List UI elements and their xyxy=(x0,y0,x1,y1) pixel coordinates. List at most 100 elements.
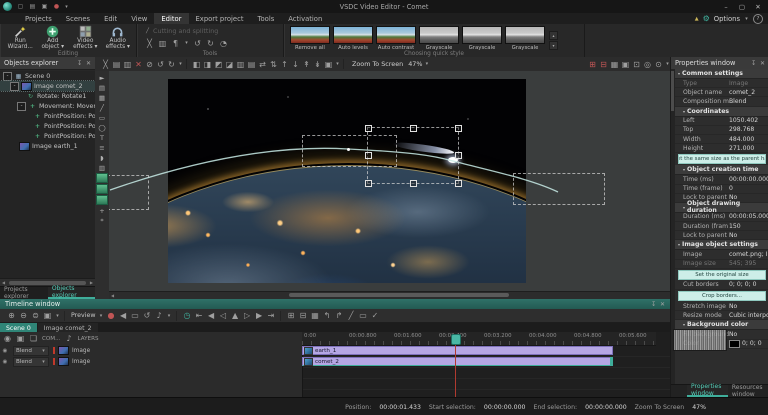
selection-handle[interactable] xyxy=(365,180,372,187)
property-value[interactable]: Image xyxy=(729,80,768,87)
record-icon[interactable]: ● xyxy=(52,2,61,12)
rulers-icon[interactable]: ⊡ xyxy=(632,59,641,69)
prev-frame-icon[interactable]: ◀ xyxy=(119,311,128,321)
property-action-button[interactable]: Set the original size xyxy=(678,270,766,280)
expander-icon[interactable]: - xyxy=(17,102,26,111)
property-section-object-drawing-duration[interactable]: ▾Object drawing duration xyxy=(675,203,768,213)
tree-item-movement-movement1[interactable]: -+Movement: Movement1 xyxy=(0,101,95,111)
property-value[interactable]: 545; 395 xyxy=(729,260,768,267)
property-section-coordinates[interactable]: ▾Coordinates xyxy=(675,107,768,117)
run-wizard-button[interactable]: Run Wizard... xyxy=(6,25,35,50)
selection-handle[interactable] xyxy=(455,152,462,159)
tab-projects-explorer[interactable]: Projects explorer xyxy=(0,287,48,299)
tree-item-scene-0[interactable]: -▦Scene 0 xyxy=(0,71,95,81)
scrollbar-thumb[interactable] xyxy=(9,281,86,285)
rect-tool-icon[interactable]: ▭ xyxy=(97,113,107,122)
zoom-value[interactable]: 47% xyxy=(408,60,422,68)
next-keyframe-icon[interactable]: ▶ xyxy=(255,311,264,321)
minimize-button[interactable]: – xyxy=(719,1,733,12)
property-row[interactable]: Time (ms)00:00:00.000 xyxy=(675,175,768,184)
tab-objects-explorer[interactable]: Objects explorer xyxy=(48,287,95,299)
scrollbar-thumb[interactable] xyxy=(289,293,509,297)
close-icon[interactable]: ✕ xyxy=(84,60,93,67)
copy-icon[interactable]: ▤ xyxy=(112,59,121,69)
menu-tab-scenes[interactable]: Scenes xyxy=(59,13,97,24)
open-project-icon[interactable]: ▤ xyxy=(28,2,37,12)
tab-resources-window[interactable]: Resources window xyxy=(728,385,768,397)
cut-icon[interactable]: ╳ xyxy=(101,59,110,69)
property-value[interactable]: No xyxy=(729,331,768,338)
zoom-in-icon[interactable]: ⊕ xyxy=(7,311,16,321)
property-value[interactable]: No xyxy=(729,303,768,310)
erase-icon[interactable]: ▭ xyxy=(359,311,368,321)
property-value[interactable]: No xyxy=(729,232,768,239)
snap-grid-icon[interactable]: ⊞ xyxy=(588,59,597,69)
draw-icon[interactable]: ╱ xyxy=(347,311,356,321)
group-icon[interactable]: ▣ xyxy=(324,59,333,69)
tree-item-pointposition-pointpositio[interactable]: +PointPosition: PointPositio xyxy=(0,111,95,121)
clip-comet_2[interactable]: comet_2 xyxy=(302,357,613,366)
video-effects-button[interactable]: Video effects ▾ xyxy=(71,25,100,50)
property-value[interactable]: Blend xyxy=(729,98,768,105)
add-image-icon[interactable] xyxy=(96,173,108,183)
property-action-button[interactable]: Crop borders... xyxy=(678,291,766,301)
menu-tab-editor[interactable]: Editor xyxy=(154,13,188,24)
more-icon[interactable]: ▾ xyxy=(335,59,340,69)
align-bottom-icon[interactable]: ◪ xyxy=(225,59,234,69)
property-row[interactable]: Left1050.402 xyxy=(675,117,768,126)
prev-keyframe-icon[interactable]: ◀ xyxy=(207,311,216,321)
options-button[interactable]: Options xyxy=(714,15,740,23)
clear-icon[interactable]: ⊘ xyxy=(145,59,154,69)
zoom-control[interactable]: Zoom To Screen 47% ▾ xyxy=(346,59,432,69)
insert-row-icon[interactable]: ⊞ xyxy=(287,311,296,321)
tab-properties-window[interactable]: Properties window xyxy=(687,385,728,397)
pin-icon[interactable]: ↧ xyxy=(649,301,658,308)
tree-item-rotate-rotate1[interactable]: ↻Rotate: Rotate1 xyxy=(0,91,95,101)
center-h-icon[interactable]: ▥ xyxy=(236,59,245,69)
sprite-tool-icon[interactable]: ▦ xyxy=(97,93,107,102)
menu-tab-tools[interactable]: Tools xyxy=(251,13,282,24)
property-value[interactable]: 484.000 xyxy=(729,136,768,143)
more-icon[interactable]: ▾ xyxy=(55,311,60,321)
menu-tab-edit[interactable]: Edit xyxy=(97,13,124,24)
bring-front-icon[interactable]: ↟ xyxy=(302,59,311,69)
close-button[interactable]: ✕ xyxy=(751,1,765,12)
property-value[interactable]: 298.768 xyxy=(729,126,768,133)
tree-item-image-comet-2[interactable]: -Image comet_2 xyxy=(0,81,95,91)
align-left-icon[interactable]: ◧ xyxy=(192,59,201,69)
selection-handle[interactable] xyxy=(455,180,462,187)
effects-tool-icon[interactable]: ▥ xyxy=(158,38,167,48)
property-value[interactable]: comet.png; ID=2 xyxy=(729,251,768,258)
paste-icon[interactable]: ▥ xyxy=(123,59,132,69)
step-back-icon[interactable]: ◁ xyxy=(219,311,228,321)
property-value[interactable]: Cubic interpolation xyxy=(729,312,768,319)
property-row[interactable]: Imagecomet.png; ID=2 xyxy=(675,250,768,259)
cut-tool-icon[interactable]: ╳ xyxy=(145,38,154,48)
add-video-icon[interactable] xyxy=(96,184,108,194)
movement-tool-icon[interactable]: + xyxy=(97,206,107,215)
redo-icon[interactable]: ↻ xyxy=(167,59,176,69)
property-value[interactable]: 00:00:05.000 xyxy=(729,213,768,220)
property-value[interactable]: 1050.402 xyxy=(729,117,768,124)
menu-tab-projects[interactable]: Projects xyxy=(18,13,59,24)
property-row[interactable]: Lock to parentNo xyxy=(675,231,768,240)
property-row[interactable]: Top298.768 xyxy=(675,126,768,135)
step-forward-icon[interactable]: ▷ xyxy=(243,311,252,321)
align-top-icon[interactable]: ◩ xyxy=(214,59,223,69)
clip-earth_1[interactable]: earth_1 xyxy=(302,346,613,355)
remove-row-icon[interactable]: ⊟ xyxy=(299,311,308,321)
align-right-icon[interactable]: ◨ xyxy=(203,59,212,69)
property-row[interactable]: Duration (ms)00:00:05.000 xyxy=(675,213,768,222)
chart-tool-icon[interactable]: ▥ xyxy=(97,163,107,172)
property-value[interactable]: 00:00:00.000 xyxy=(729,176,768,183)
record-icon[interactable]: ● xyxy=(107,311,116,321)
text-tool-icon[interactable]: T xyxy=(97,133,107,142)
tree-item-image-earth-1[interactable]: Image earth_1 xyxy=(0,141,95,151)
property-row[interactable]: Time (frame)0 xyxy=(675,185,768,194)
property-row[interactable]: Cut borders0; 0; 0; 0 xyxy=(675,281,768,290)
move-up-icon[interactable]: ↑ xyxy=(280,59,289,69)
animation-tool-icon[interactable]: * xyxy=(97,216,107,225)
more-icon[interactable]: ▾ xyxy=(178,59,183,69)
undo-icon[interactable]: ↰ xyxy=(323,311,332,321)
color-swatch[interactable] xyxy=(729,340,740,348)
